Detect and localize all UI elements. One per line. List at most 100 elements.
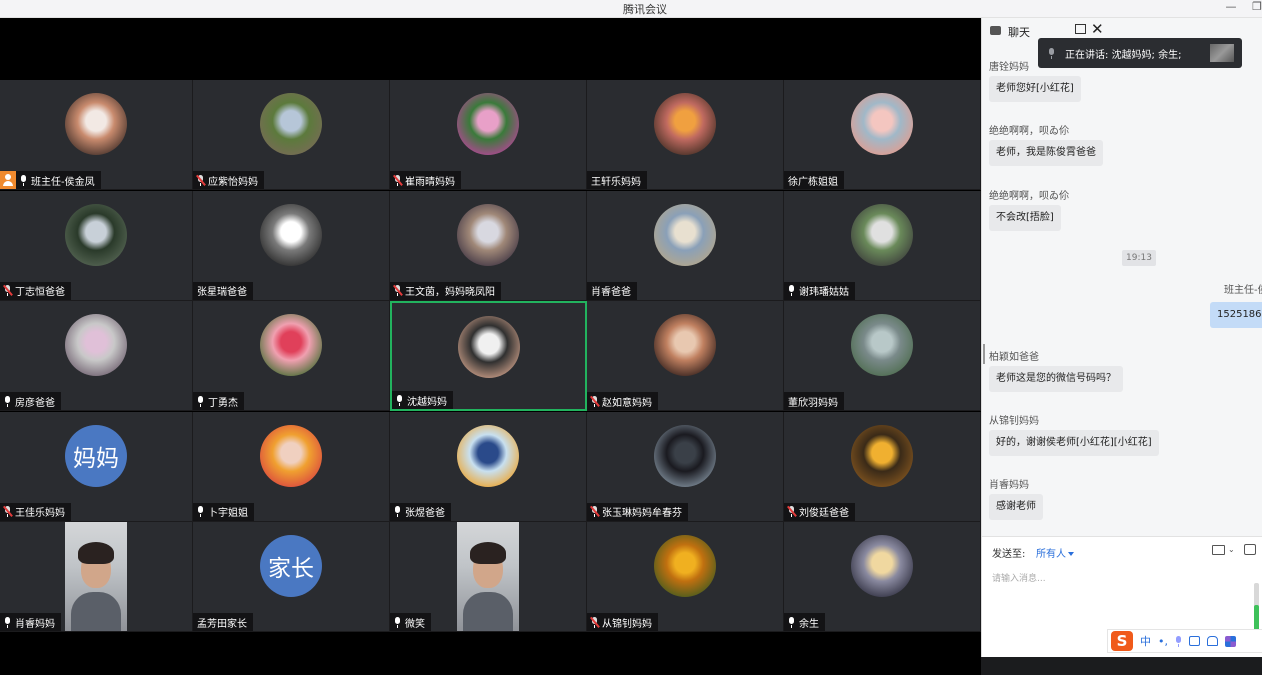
participant-tile[interactable]: 王轩乐妈妈 — [587, 80, 784, 190]
send-to-value: 所有人 — [1036, 549, 1066, 560]
camera-video — [65, 522, 127, 631]
popout-icon[interactable] — [1075, 24, 1086, 34]
participant-tile[interactable]: 丁勇杰 — [193, 301, 390, 411]
participant-name: 卜宇姐姐 — [208, 508, 248, 519]
avatar — [851, 203, 913, 266]
volume-meter — [1254, 583, 1259, 631]
folder-icon[interactable] — [1212, 545, 1225, 555]
name-tag: 微笑 — [390, 613, 431, 631]
message-bubble: 老师，我是陈俊霄爸爸 — [989, 140, 1103, 166]
restore-button[interactable]: ❐ — [1250, 0, 1262, 13]
participant-tile[interactable]: 刘俊廷爸爸 — [784, 411, 981, 522]
name-tag: 沈越妈妈 — [392, 391, 453, 409]
participant-tile[interactable]: 董欣羽妈妈 — [784, 301, 981, 411]
sogou-logo-icon[interactable]: S — [1111, 631, 1133, 651]
participant-tile[interactable]: 王文茵，妈妈晓凤阳 — [390, 190, 587, 301]
voice-input-icon[interactable] — [1175, 635, 1182, 647]
mic-icon — [4, 395, 11, 407]
name-tag: 丁志恒爸爸 — [0, 281, 71, 300]
chevron-down-icon[interactable]: ⌄ — [1228, 545, 1235, 554]
avatar — [654, 535, 716, 597]
window-title: 腾讯会议 — [623, 3, 667, 16]
participant-tile[interactable]: 徐广栋姐姐 — [784, 80, 981, 190]
minimize-button[interactable]: — — [1224, 0, 1238, 13]
name-tag: 王佳乐妈妈 — [0, 502, 71, 521]
participant-tile[interactable]: 微笑 — [390, 522, 587, 632]
participant-tile[interactable]: 沈越妈妈 — [390, 301, 587, 411]
avatar — [851, 314, 913, 376]
message-sender: 唐铨妈妈 — [989, 62, 1029, 73]
participant-tile[interactable]: 家长孟芳田家长 — [193, 522, 390, 632]
resize-handle[interactable] — [983, 344, 985, 364]
avatar — [457, 424, 519, 487]
participant-tile[interactable]: 丁志恒爸爸 — [0, 190, 193, 301]
mic-muted-icon — [2, 285, 13, 296]
participant-tile[interactable]: 从锦钊妈妈 — [587, 522, 784, 632]
mic-icon — [197, 506, 204, 517]
name-tag: 刘俊廷爸爸 — [784, 502, 855, 521]
participant-grid: 班主任-侯金凤 应紫怡妈妈 崔雨晴妈妈 王轩乐妈妈 徐广栋姐姐丁志恒爸爸 张星瑞爸爸 王文茵… — [0, 80, 981, 632]
avatar — [260, 314, 322, 376]
participant-tile[interactable]: 赵如意妈妈 — [587, 301, 784, 411]
participant-tile[interactable]: 谢玮璠姑姑 — [784, 190, 981, 301]
name-tag: 卜宇姐姐 — [193, 502, 254, 521]
avatar — [65, 203, 127, 266]
mic-muted-icon — [589, 395, 600, 407]
participant-tile[interactable]: 张玉琳妈妈牟春芬 — [587, 411, 784, 522]
mic-icon — [20, 174, 27, 186]
participant-tile[interactable]: 房彦爸爸 — [0, 301, 193, 411]
name-tag: 余生 — [784, 613, 825, 631]
mic-muted-icon — [786, 506, 797, 517]
participant-tile[interactable]: 崔雨晴妈妈 — [390, 80, 587, 190]
video-area: 班主任-侯金凤 应紫怡妈妈 崔雨晴妈妈 王轩乐妈妈 徐广栋姐姐丁志恒爸爸 张星瑞爸爸 王文茵… — [0, 18, 981, 675]
ime-lang-toggle[interactable]: 中 — [1140, 633, 1151, 649]
participant-tile[interactable]: 余生 — [784, 522, 981, 632]
message-bubble: 感谢老师 — [989, 494, 1043, 520]
participant-name: 董欣羽妈妈 — [788, 397, 838, 409]
avatar — [851, 424, 913, 487]
message-sender: 柏颖如爸爸 — [989, 352, 1039, 363]
ime-toolbar: S 中 •, — [1107, 629, 1262, 653]
mic-icon — [197, 395, 204, 407]
mic-icon — [1048, 47, 1055, 59]
participant-tile[interactable]: 张煜爸爸 — [390, 411, 587, 522]
message-sender: 绝绝啊啊，呗ゐ伱 — [989, 126, 1069, 137]
send-to-dropdown[interactable]: 所有人 — [1036, 545, 1074, 560]
participant-tile[interactable]: 肖睿爸爸 — [587, 190, 784, 301]
close-icon[interactable]: ✕ — [1091, 20, 1104, 38]
message-sender: 肖睿妈妈 — [989, 480, 1029, 491]
participant-tile[interactable]: 妈妈 王佳乐妈妈 — [0, 411, 193, 522]
participant-tile[interactable]: 张星瑞爸爸 — [193, 190, 390, 301]
avatar — [457, 316, 520, 378]
avatar: 家长 — [260, 535, 322, 597]
ime-punct-toggle[interactable]: •, — [1158, 635, 1168, 648]
toolbox-icon[interactable] — [1225, 635, 1236, 647]
name-tag: 董欣羽妈妈 — [784, 392, 844, 410]
participant-tile[interactable]: 肖睿妈妈 — [0, 522, 193, 632]
mic-icon — [394, 506, 401, 517]
participant-name: 徐广栋姐姐 — [788, 176, 838, 188]
keyboard-icon[interactable] — [1189, 636, 1200, 646]
bottom-bar — [0, 652, 981, 675]
participant-tile[interactable]: 应紫怡妈妈 — [193, 80, 390, 190]
participant-name: 孟芳田家长 — [197, 618, 247, 630]
participant-name: 刘俊廷爸爸 — [799, 508, 849, 519]
participant-tile[interactable]: 班主任-侯金凤 — [0, 80, 193, 190]
message-input[interactable]: 请输入消息... — [992, 571, 1046, 584]
participant-name: 沈越妈妈 — [407, 396, 447, 408]
mic-muted-icon — [195, 174, 206, 186]
participant-name: 王佳乐妈妈 — [15, 508, 65, 519]
participant-tile[interactable]: 卜宇姐姐 — [193, 411, 390, 522]
name-tag: 房彦爸爸 — [0, 392, 61, 410]
mic-icon — [396, 394, 403, 406]
screenshot-icon[interactable] — [1244, 544, 1256, 555]
name-tag: 王文茵，妈妈晓凤阳 — [390, 281, 501, 300]
participant-name: 崔雨晴妈妈 — [405, 176, 455, 188]
skin-icon[interactable] — [1207, 636, 1218, 646]
speaker-thumbnail — [1210, 44, 1234, 62]
message-sender: 绝绝啊啊，呗ゐ伱 — [989, 191, 1069, 202]
participant-name: 王轩乐妈妈 — [591, 176, 641, 188]
host-icon — [0, 171, 16, 189]
mic-icon — [4, 616, 11, 628]
avatar — [457, 203, 519, 266]
